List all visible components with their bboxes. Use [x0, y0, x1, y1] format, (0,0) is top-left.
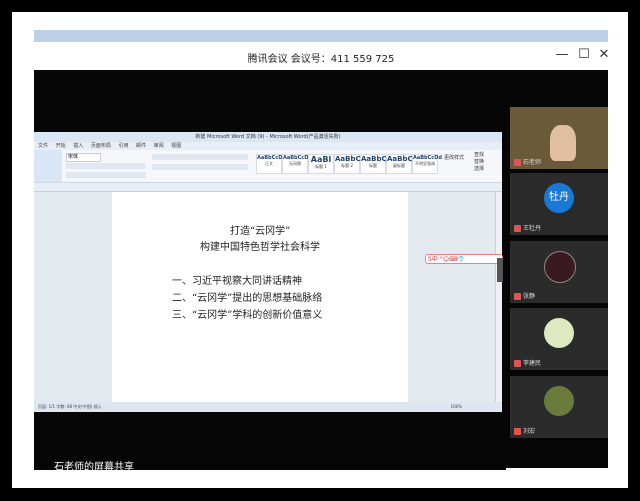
tab-review[interactable]: 审阅 — [154, 143, 164, 149]
tab-references[interactable]: 引用 — [118, 143, 128, 149]
participant-name: 王牡丹 — [523, 225, 542, 232]
tab-insert[interactable]: 插入 — [73, 143, 83, 149]
status-bar: 页面: 1/1 字数: 68 中文(中国) 插入 100% — [34, 402, 502, 412]
find-button[interactable]: 查找 — [474, 152, 484, 159]
font-name-select[interactable]: 宋体 — [66, 153, 101, 162]
clipboard-group[interactable] — [34, 150, 62, 182]
mic-icon — [514, 225, 521, 232]
participant-tile-shi[interactable]: 石老师 — [510, 107, 608, 169]
mic-icon — [514, 293, 521, 300]
window-top-strip — [34, 30, 608, 42]
word-window: 新建 Microsoft Word 文档 (9) - Microsoft Wor… — [34, 132, 502, 412]
style-normal[interactable]: AaBbCcDd 正文 — [256, 154, 286, 174]
paragraph-tools[interactable] — [152, 154, 248, 160]
restore-button[interactable]: ☐ — [576, 47, 592, 62]
mic-icon — [514, 360, 521, 367]
tab-home[interactable]: 开始 — [56, 143, 66, 149]
avatar — [544, 386, 574, 416]
ribbon: 宋体 AaBbCcDd 正文 AaBbCcDd 无间隔 AaBl 标题 1 AaBbC… — [34, 150, 502, 183]
replace-button[interactable]: 替换 — [474, 159, 484, 166]
share-status-bar: 石老师的屏幕共享 — [34, 456, 506, 473]
zoom-level[interactable]: 100% — [451, 402, 462, 412]
participant-name: 石老师 — [523, 159, 542, 166]
doc-title-2: 构建中国特色哲学社会科学 — [200, 242, 320, 253]
ribbon-tabs: 文件 开始 插入 页面布局 引用 邮件 审阅 视图 — [34, 142, 502, 150]
doc-item-1: 一、习近平视察大同讲话精神 — [172, 276, 302, 287]
share-status-text: 石老师的屏幕共享 — [54, 462, 134, 473]
style-subtle-emphasis[interactable]: AaBbCcDd 不明显强调 — [412, 154, 442, 174]
mic-icon — [514, 428, 521, 435]
document-page[interactable]: 打造“云冈学” 构建中国特色哲学社会科学 一、习近平视察大同讲话精神 二、“云冈… — [112, 192, 408, 402]
close-button[interactable]: ✕ — [596, 47, 612, 62]
editing-group: 查找 替换 选择 — [474, 152, 484, 173]
participant-tile-li[interactable]: 李建民 — [510, 308, 608, 370]
style-subtitle[interactable]: AaBbC 副标题 — [386, 154, 413, 174]
doc-item-2: 二、“云冈学”提出的思想基础脉络 — [172, 293, 323, 304]
style-heading-1[interactable]: AaBl 标题 1 — [308, 154, 334, 174]
word-title: 新建 Microsoft Word 文档 (9) - Microsoft Wor… — [34, 132, 502, 142]
participant-tile-liu[interactable]: 刘宏 — [510, 376, 608, 438]
tab-view[interactable]: 视图 — [171, 143, 181, 149]
avatar: 牡丹 — [544, 183, 574, 213]
style-heading-2[interactable]: AaBbC 标题 2 — [334, 154, 361, 174]
ime-toolbar[interactable]: S中·°☺⌨👕 — [425, 254, 503, 264]
doc-title-1: 打造“云冈学” — [230, 226, 291, 237]
change-styles-button[interactable]: 更改样式 — [444, 154, 464, 161]
participant-name: 张静 — [523, 293, 536, 300]
participant-tile-zhang[interactable]: 张静 — [510, 241, 608, 303]
participant-name: 李建民 — [523, 360, 542, 367]
doc-item-3: 三、“云冈学”学科的创新价值意义 — [172, 310, 323, 321]
font-tools[interactable] — [66, 163, 146, 169]
video-feed — [550, 125, 576, 161]
tab-layout[interactable]: 页面布局 — [91, 143, 111, 149]
ruler[interactable] — [34, 183, 502, 192]
meeting-title: 腾讯会议 会议号：411 559 725 — [247, 54, 395, 65]
document-area: 打造“云冈学” 构建中国特色哲学社会科学 一、习近平视察大同讲话精神 二、“云冈… — [34, 192, 502, 402]
status-text: 页面: 1/1 字数: 68 中文(中国) 插入 — [38, 404, 102, 409]
tab-mailings[interactable]: 邮件 — [136, 143, 146, 149]
participant-tile-wang[interactable]: 牡丹 王牡丹 — [510, 173, 608, 235]
avatar — [544, 318, 574, 348]
alignment-tools[interactable] — [152, 164, 248, 170]
tab-file[interactable]: 文件 — [38, 143, 48, 149]
panel-collapse-handle[interactable] — [497, 258, 503, 282]
style-no-spacing[interactable]: AaBbCcDd 无间隔 — [282, 154, 312, 174]
participant-name: 刘宏 — [523, 428, 536, 435]
font-tools-row2[interactable] — [66, 172, 146, 178]
meeting-titlebar: 腾讯会议 会议号：411 559 725 — ☐ ✕ — [34, 42, 609, 71]
style-title[interactable]: AaBbC 标题 — [360, 154, 387, 174]
select-button[interactable]: 选择 — [474, 166, 484, 173]
mic-icon — [514, 159, 521, 166]
avatar — [544, 251, 576, 283]
minimize-button[interactable]: — — [554, 47, 570, 62]
vertical-scrollbar[interactable] — [495, 192, 502, 402]
